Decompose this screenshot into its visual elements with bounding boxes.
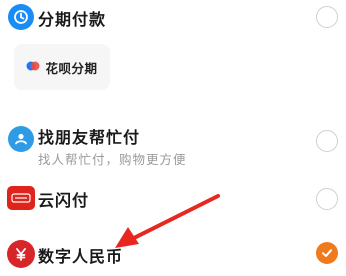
installment-icon [8, 4, 34, 30]
huabei-icon [26, 58, 40, 77]
radio-button[interactable] [316, 130, 338, 152]
friend-pay-icon [8, 126, 34, 152]
option-title: 找朋友帮忙付 [38, 128, 141, 147]
radio-button[interactable] [316, 188, 338, 210]
option-installment[interactable]: 分期付款 [0, 0, 346, 36]
payment-method-list: 分期付款 花呗分期 找朋友帮忙付 找人帮忙付，购物更方便 云闪付 数字人民币 [0, 0, 346, 276]
option-unionpay[interactable]: 云闪付 [0, 182, 346, 218]
option-title: 数字人民币 [38, 247, 124, 266]
option-friend-pay[interactable]: 找朋友帮忙付 找人帮忙付，购物更方便 [0, 118, 346, 174]
radio-button-checked[interactable] [316, 242, 338, 264]
option-title: 分期付款 [38, 10, 107, 29]
unionpay-icon [7, 186, 35, 210]
radio-button[interactable] [316, 6, 338, 28]
ecny-icon [7, 240, 35, 268]
option-digital-rmb[interactable]: 数字人民币 [0, 236, 346, 276]
checkmark-icon [322, 249, 332, 257]
huabei-installment-chip[interactable]: 花呗分期 [14, 44, 110, 90]
option-subtitle: 找人帮忙付，购物更方便 [38, 152, 187, 167]
option-title: 云闪付 [38, 191, 90, 210]
huabei-label: 花呗分期 [45, 60, 98, 76]
